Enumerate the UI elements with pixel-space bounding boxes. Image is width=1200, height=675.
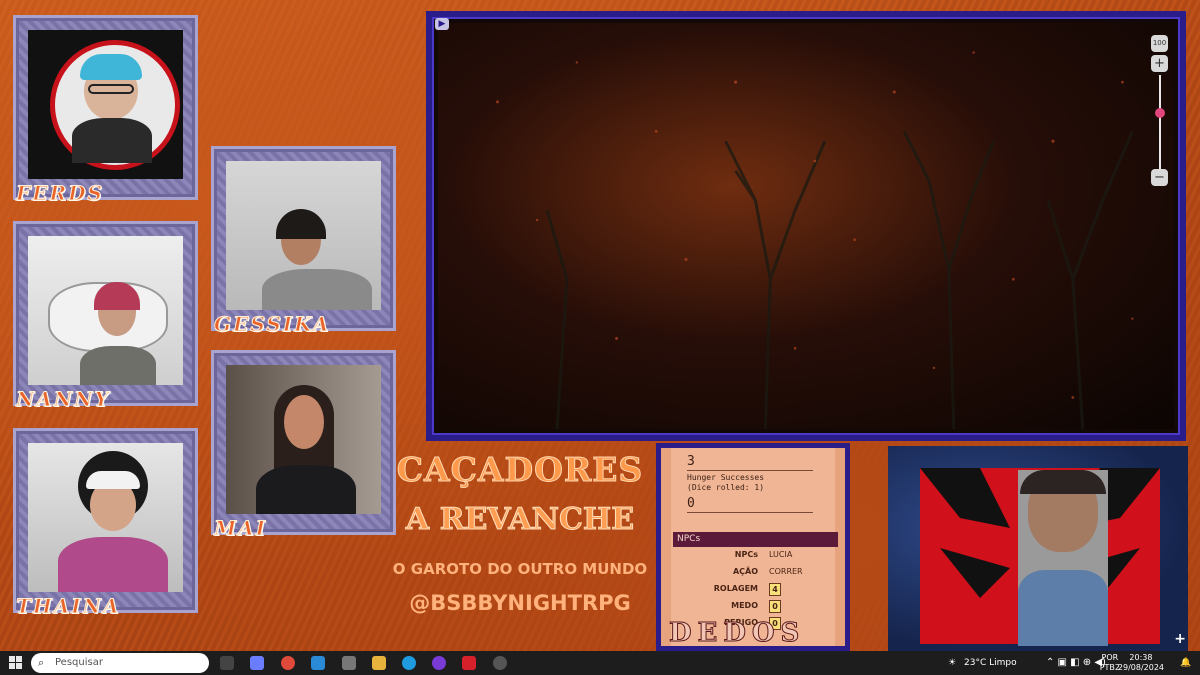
subtitle: O GAROTO DO OUTRO MUNDO	[392, 560, 648, 578]
npc-row: AÇÃO CORRER	[732, 567, 803, 576]
search-placeholder: Pesquisar	[55, 657, 103, 668]
taskbar-search[interactable]: ⌕ Pesquisar	[31, 653, 209, 673]
dice-footer: DEDOS	[668, 618, 806, 649]
dice-panel: 3 Hunger Successes (Dice rolled: 1) 0 NP…	[656, 443, 850, 651]
task-view-icon[interactable]	[220, 656, 234, 670]
title-line-2: A REVANCHE	[405, 502, 635, 538]
zoom-slider-handle[interactable]	[1155, 108, 1165, 118]
tree-silhouettes	[496, 51, 1134, 430]
video-feed	[28, 30, 183, 179]
weather-icon[interactable]: ☀	[948, 651, 956, 675]
obs-icon[interactable]	[493, 656, 507, 670]
zoom-out-button[interactable]: −	[1151, 169, 1168, 186]
chrome-icon[interactable]	[281, 656, 295, 670]
participant-cam-ferds: FERDS	[13, 15, 198, 206]
zoom-value: 100	[1151, 35, 1168, 52]
zoom-in-button[interactable]: +	[1151, 55, 1168, 72]
stage-menu-icon[interactable]: ▶	[435, 18, 449, 30]
zoom-control[interactable]: 100 + −	[1150, 35, 1170, 195]
zoom-slider-track[interactable]	[1159, 75, 1161, 170]
main-stage-video: ▶ 100 + −	[426, 11, 1186, 441]
app-icon[interactable]	[432, 656, 446, 670]
participant-cam-gessika: GESSIKA	[211, 146, 396, 337]
participant-name: GESSIKA	[213, 312, 331, 337]
video-feed	[28, 443, 183, 592]
file-explorer-icon[interactable]	[372, 656, 386, 670]
npc-row: ROLAGEM 4	[673, 581, 838, 598]
forest-scene	[438, 23, 1174, 430]
copilot-icon[interactable]	[250, 656, 264, 670]
participant-name: MAI	[213, 516, 268, 541]
hunger-value: 3	[687, 454, 695, 469]
search-icon: ⌕	[38, 656, 45, 669]
result-value: 0	[687, 496, 695, 511]
host-person	[1018, 470, 1108, 646]
app-icon[interactable]	[342, 656, 356, 670]
channel-handle: @BSBBYNIGHTRPG	[409, 591, 631, 615]
video-feed	[226, 365, 381, 514]
notifications-icon[interactable]: 🔔	[1180, 651, 1191, 675]
participant-name: FERDS	[16, 181, 104, 206]
windows-taskbar: ⌕ Pesquisar ☀ 23°C Limpo ⌃ ▣ ◧ ⊕ ◀) POR P…	[0, 651, 1200, 675]
participant-name: NANNY	[16, 387, 111, 412]
participant-name: THAINA	[15, 594, 121, 619]
host-cam: +	[888, 446, 1188, 651]
hunger-label: Hunger Successes	[687, 473, 765, 482]
tray-icons[interactable]: ⌃ ▣ ◧ ⊕ ◀)	[1046, 651, 1106, 675]
weather-text[interactable]: 23°C Limpo	[964, 651, 1017, 675]
amd-icon[interactable]	[462, 656, 476, 670]
npc-row: NPCs LUCIA	[734, 550, 793, 559]
participant-cam-nanny: NANNY	[13, 221, 198, 412]
video-feed	[28, 236, 183, 385]
npc-row: MEDO 0	[673, 598, 838, 615]
start-button[interactable]	[9, 656, 22, 669]
app-icon[interactable]	[311, 656, 325, 670]
dice-rolled-label: (Dice rolled: 1)	[687, 483, 765, 492]
npc-header: NPCs	[673, 532, 838, 547]
video-feed	[226, 161, 381, 310]
edge-icon[interactable]	[402, 656, 416, 670]
stream-titles: CAÇADORES A REVANCHE O GAROTO DO OUTRO M…	[390, 450, 650, 620]
participant-cam-thaina: THAINA	[13, 428, 198, 619]
participant-cam-mai: MAI	[211, 350, 396, 541]
plus-icon: +	[1174, 631, 1186, 647]
title-line-1: CAÇADORES	[396, 450, 644, 490]
clock[interactable]: 20:38 29/08/2024	[1118, 653, 1164, 673]
